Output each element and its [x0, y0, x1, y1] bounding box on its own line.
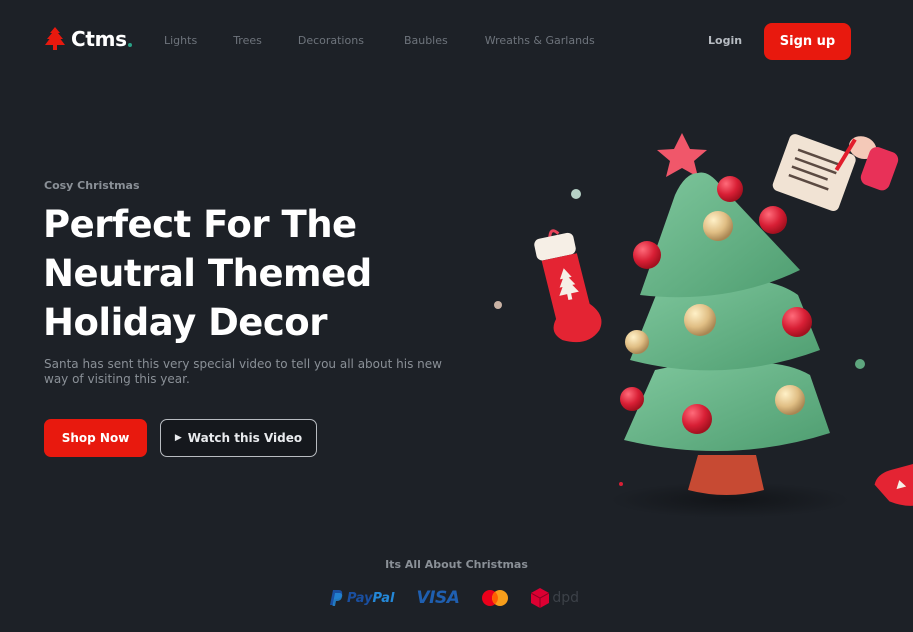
bauble-red: [620, 387, 644, 411]
hero-eyebrow: Cosy Christmas: [44, 179, 140, 192]
watch-video-label: Watch this Video: [187, 431, 303, 445]
headline-line-3: Holiday Decor: [43, 301, 327, 344]
stocking: [534, 229, 602, 343]
nav-links: Lights Trees Decorations Baubles Wreaths…: [164, 34, 595, 47]
tree-star: [657, 133, 707, 177]
dpd-wordmark: dpd: [552, 590, 580, 606]
watch-video-button[interactable]: ▶ Watch this Video: [160, 419, 317, 457]
tree-icon: [45, 27, 65, 50]
dpd-cube-icon: [531, 588, 550, 608]
headline-line-2: Neutral Themed: [43, 252, 372, 295]
partner-mastercard: [481, 589, 509, 607]
shop-now-button[interactable]: Shop Now: [44, 419, 147, 457]
logo[interactable]: Ctms: [44, 26, 132, 52]
bauble-gold: [625, 330, 649, 354]
bauble-gold: [703, 211, 733, 241]
nav-link-wreaths-garlands[interactable]: Wreaths & Garlands: [485, 34, 595, 47]
signup-button[interactable]: Sign up: [764, 23, 851, 60]
bauble-gold: [775, 385, 805, 415]
stocking-partial: [874, 462, 913, 506]
partner-logos: PayPal VISA dpd: [330, 586, 601, 610]
bauble-red: [782, 307, 812, 337]
bauble-red: [682, 404, 712, 434]
hero-subtext: Santa has sent this very special video t…: [44, 357, 442, 386]
snow-dot: [494, 301, 502, 309]
hero-headline: Perfect For The Neutral Themed Holiday D…: [43, 200, 463, 347]
bauble-red: [759, 206, 787, 234]
top-navigation: Ctms Lights Trees Decorations Baubles Wr…: [0, 0, 913, 82]
headline-line-1: Perfect For The: [43, 203, 357, 246]
bauble-gold: [684, 304, 716, 336]
nav-link-lights[interactable]: Lights: [164, 34, 197, 47]
nav-link-decorations[interactable]: Decorations: [298, 34, 364, 47]
tree-trunk: [688, 455, 764, 495]
letter-and-hand: [772, 134, 899, 212]
visa-wordmark: VISA: [416, 588, 460, 608]
snow-dot: [571, 189, 581, 199]
paypal-icon: [330, 590, 343, 606]
partner-paypal: PayPal: [330, 590, 394, 606]
christmas-tree-illustration: [494, 133, 913, 518]
play-icon: ▶: [174, 433, 182, 443]
partner-visa: VISA: [416, 588, 459, 608]
login-link[interactable]: Login: [708, 34, 742, 47]
bauble-red: [633, 241, 661, 269]
paypal-wordmark: PayPal: [347, 591, 394, 606]
nav-link-baubles[interactable]: Baubles: [404, 34, 448, 47]
nav-link-trees[interactable]: Trees: [233, 34, 262, 47]
partner-dpd: dpd: [531, 588, 579, 608]
snow-dot: [619, 482, 623, 486]
paypal-pay: Pay: [347, 590, 373, 606]
footer-label: Its All About Christmas: [385, 558, 528, 571]
logo-dot: [127, 43, 132, 47]
mastercard-icon: [482, 590, 509, 606]
logo-text: Ctms: [71, 27, 127, 51]
bauble-red: [717, 176, 743, 202]
paypal-pal: Pal: [372, 590, 395, 606]
snow-dot: [855, 359, 865, 369]
